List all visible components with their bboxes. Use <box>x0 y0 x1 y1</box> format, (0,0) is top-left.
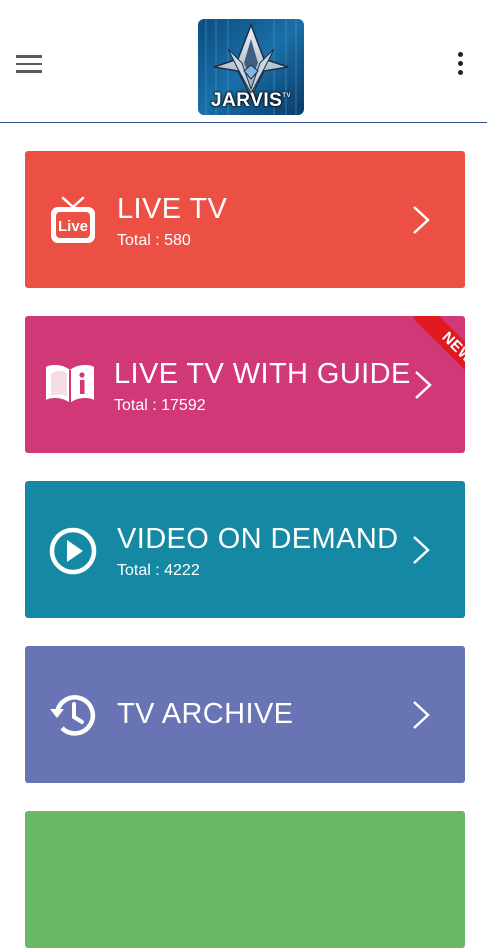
chevron-right-icon <box>409 204 433 236</box>
card-total: Total : 4222 <box>117 562 200 579</box>
card-title: LIVE TV <box>117 193 228 225</box>
play-circle-icon <box>47 525 99 577</box>
svg-text:Live: Live <box>58 218 88 235</box>
card-total: Total : 580 <box>117 232 191 249</box>
logo-tv-superscript: TV <box>282 93 291 99</box>
live-tv-icon: Live <box>47 195 99 247</box>
jarvis-tv-logo: JARVISTV <box>198 19 304 115</box>
guide-book-icon <box>43 360 95 412</box>
hamburger-menu-button[interactable] <box>14 52 46 80</box>
chevron-right-icon <box>409 534 433 566</box>
card-partial-fifth[interactable] <box>25 811 465 948</box>
more-options-button[interactable] <box>450 52 470 82</box>
history-icon <box>47 689 99 741</box>
card-live-tv[interactable]: Live LIVE TV Total : 580 <box>25 151 465 288</box>
logo-wordmark: JARVIS <box>211 90 283 111</box>
chevron-right-icon <box>411 369 435 401</box>
card-title: TV ARCHIVE <box>117 698 294 730</box>
card-total: Total : 17592 <box>114 397 206 414</box>
card-title: LIVE TV WITH GUIDE <box>114 358 411 390</box>
card-live-tv-with-guide[interactable]: LIVE TV WITH GUIDE Total : 17592 NEW <box>25 316 465 453</box>
chevron-right-icon <box>409 699 433 731</box>
card-title: VIDEO ON DEMAND <box>117 523 399 555</box>
app-bar: JARVISTV <box>0 0 487 123</box>
card-tv-archive[interactable]: TV ARCHIVE <box>25 646 465 783</box>
card-video-on-demand[interactable]: VIDEO ON DEMAND Total : 4222 <box>25 481 465 618</box>
